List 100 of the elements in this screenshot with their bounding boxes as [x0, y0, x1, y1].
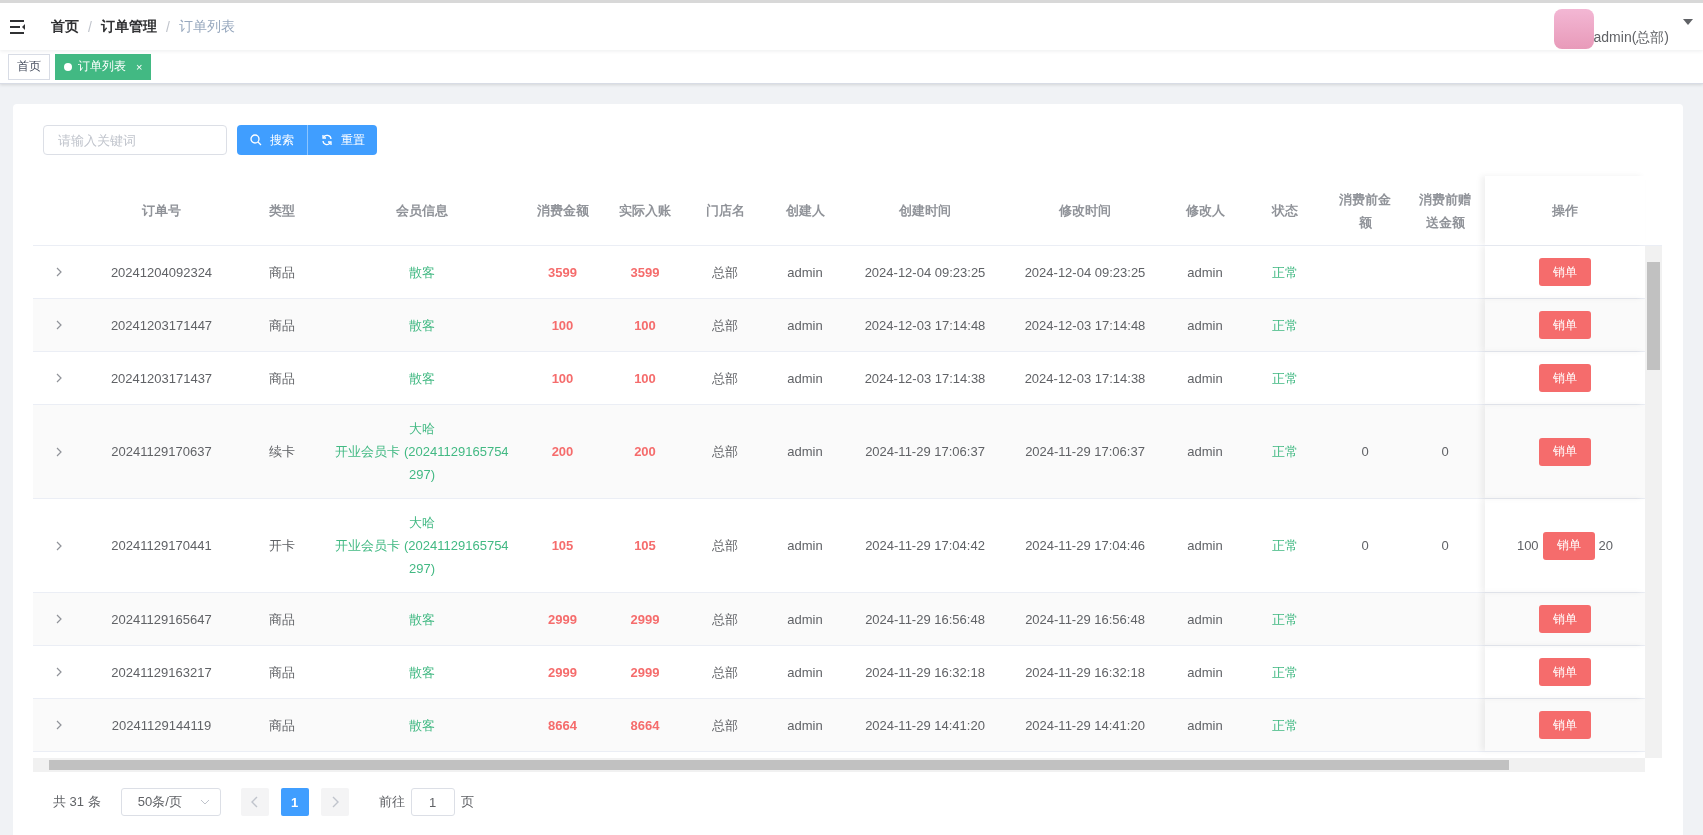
table-cell-text: 2024-12-03 17:14:38 — [863, 369, 987, 388]
table-cell-text: 20241129170637 — [110, 443, 213, 461]
page-size-select[interactable]: 50条/页 — [120, 788, 221, 816]
table-cell-text: admin — [1186, 716, 1224, 735]
table-cell-text: 2024-11-29 17:06:37 — [1024, 443, 1146, 461]
expand-chevron-icon[interactable] — [54, 373, 63, 383]
table-cell-text: 8664 — [629, 716, 661, 735]
table-cell-text: 2024-12-03 17:14:38 — [1023, 369, 1147, 388]
page-number[interactable]: 1 — [280, 788, 309, 816]
table-cell-text: 正常 — [1271, 663, 1299, 682]
table-cell-text: 100 — [633, 369, 657, 388]
table-cell-text: admin — [786, 316, 824, 335]
breadcrumb-separator: / — [165, 18, 170, 35]
cancel-order-button[interactable]: 销单 — [1542, 531, 1595, 560]
table-cell-text: admin — [786, 537, 824, 555]
column-header: 会员信息 — [395, 202, 449, 220]
table-cell-text: 商品 — [267, 369, 296, 388]
table-cell-text: 2024-11-29 17:04:42 — [864, 537, 986, 555]
column-header: 类型 — [267, 202, 296, 220]
table-cell-text: admin — [1186, 663, 1224, 682]
scrollbar-thumb[interactable] — [49, 760, 1509, 770]
expand-chevron-icon[interactable] — [54, 267, 63, 277]
table-cell-text: 商品 — [267, 263, 296, 282]
expand-chevron-icon[interactable] — [54, 720, 63, 730]
table-cell-text: 3599 — [629, 263, 661, 282]
keyword-input[interactable]: 请输入关键词 — [43, 125, 227, 155]
column-header: 修改人 — [1184, 202, 1226, 220]
column-header: 状态 — [1270, 202, 1299, 220]
table-cell-text: 2024-11-29 16:56:48 — [1024, 610, 1146, 629]
cancel-order-button[interactable]: 销单 — [1539, 711, 1591, 739]
member-info: 大哈 — [409, 420, 435, 438]
column-header: 消费前金额 — [1338, 190, 1392, 232]
vertical-scrollbar[interactable] — [1645, 246, 1662, 758]
table-cell-text: admin — [1186, 610, 1224, 629]
cancel-order-button[interactable]: 销单 — [1539, 605, 1591, 633]
scrollbar-thumb[interactable] — [1647, 262, 1660, 370]
page-suffix: 页 — [460, 793, 474, 811]
chevron-right-icon — [330, 796, 339, 808]
table-cell-text: 0 — [1440, 443, 1450, 461]
total-count: 共 31 条 — [53, 793, 101, 811]
table-cell-text: 0 — [1360, 537, 1370, 555]
table-cell-text: 2024-11-29 17:04:46 — [1024, 537, 1146, 555]
tab-label: 订单列表 — [78, 58, 126, 75]
table-cell-text: 3599 — [547, 263, 578, 282]
close-icon[interactable]: × — [136, 60, 143, 73]
page-tab[interactable]: 订单列表 × — [55, 53, 152, 80]
column-header: 消费金额 — [535, 202, 590, 220]
member-info: 散客 — [409, 610, 435, 629]
page-tab[interactable]: 首页 — [8, 53, 50, 80]
column-header: 实际入账 — [618, 202, 672, 220]
goto-page-input[interactable]: 1 — [410, 788, 455, 816]
breadcrumb-link[interactable]: 订单管理 — [100, 17, 157, 36]
goto-label: 前往 — [378, 793, 405, 811]
cancel-order-button[interactable]: 销单 — [1539, 437, 1591, 466]
expand-chevron-icon[interactable] — [54, 614, 63, 624]
cancel-order-button[interactable]: 销单 — [1539, 658, 1591, 686]
table-cell-text: 总部 — [711, 369, 739, 388]
expand-chevron-icon[interactable] — [54, 446, 63, 457]
table-cell-text: 20241129170441 — [110, 537, 213, 555]
table-cell-text: 2024-12-03 17:14:48 — [863, 316, 987, 335]
avatar-placeholder[interactable] — [1553, 8, 1594, 49]
table-cell-text: 20241129163217 — [110, 663, 213, 682]
table-cell-text: 2024-12-03 17:14:48 — [1023, 316, 1147, 335]
refresh-icon — [320, 134, 333, 146]
table-cell-text: admin — [786, 716, 824, 735]
menu-icon[interactable] — [10, 19, 26, 34]
table-cell-text: admin — [786, 443, 824, 461]
table-cell-text: 总部 — [711, 716, 739, 735]
member-info: 散客 — [409, 263, 435, 282]
cancel-order-button[interactable]: 销单 — [1539, 364, 1591, 392]
caret-icon[interactable] — [1683, 18, 1693, 25]
table-cell-text: 正常 — [1271, 369, 1299, 388]
table-cell-text: admin — [1186, 443, 1224, 461]
column-header: 创建人 — [784, 202, 826, 220]
table-cell-text: 200 — [550, 443, 575, 461]
member-info: 大哈 — [409, 514, 435, 532]
table-cell-text: 2999 — [547, 663, 578, 682]
table-cell-text: 总部 — [711, 663, 739, 682]
table-cell-text: 20 — [1598, 537, 1614, 555]
horizontal-scrollbar[interactable] — [33, 758, 1645, 772]
expand-chevron-icon[interactable] — [54, 667, 63, 677]
breadcrumb-link[interactable]: 首页 — [51, 17, 79, 36]
expand-chevron-icon[interactable] — [54, 320, 63, 330]
member-info: 散客 — [409, 369, 435, 388]
table-cell-text: 正常 — [1271, 316, 1299, 335]
table-cell-text: 总部 — [711, 263, 739, 282]
cancel-order-button[interactable]: 销单 — [1539, 311, 1591, 339]
table-cell-text: 2024-11-29 17:06:37 — [864, 443, 986, 461]
table-cell-text: 2999 — [629, 610, 661, 629]
table-cell-text: admin — [1186, 316, 1224, 335]
user-name[interactable]: admin(总部) — [1593, 28, 1669, 47]
table-cell-text: admin — [786, 610, 824, 629]
reset-button[interactable]: 重置 — [307, 125, 377, 155]
table-cell-text: 8664 — [547, 716, 578, 735]
expand-chevron-icon[interactable] — [54, 540, 63, 551]
table-cell-text: 200 — [633, 443, 657, 461]
search-button[interactable]: 搜索 — [237, 125, 307, 155]
cancel-order-button[interactable]: 销单 — [1539, 258, 1591, 286]
member-info: 开业会员卡 (20241129165754297) — [334, 537, 510, 578]
member-info: 散客 — [409, 663, 435, 682]
